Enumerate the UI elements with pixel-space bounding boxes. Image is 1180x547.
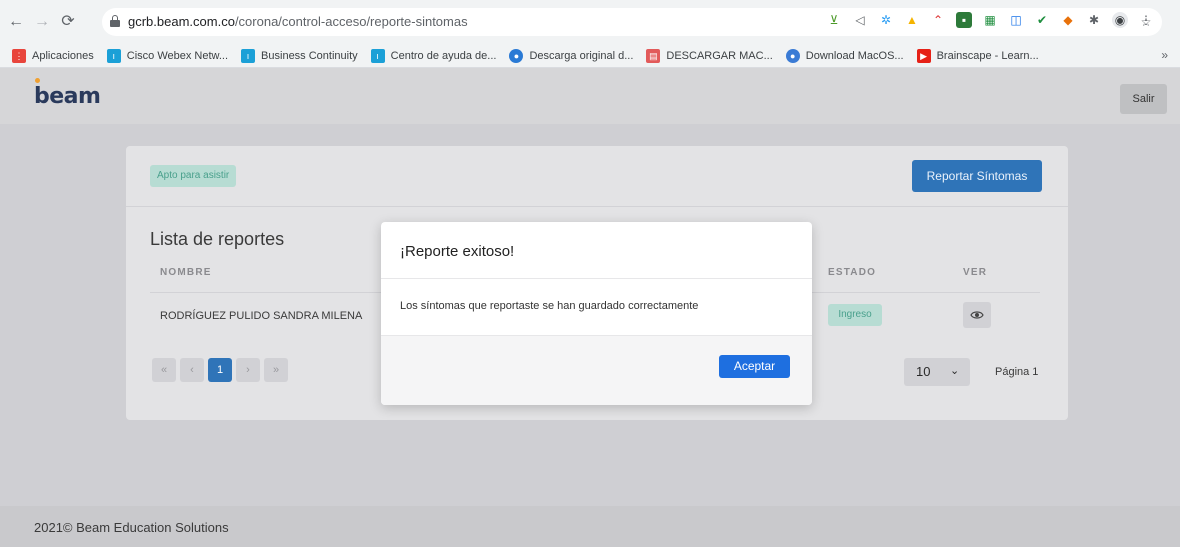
column-header-ver: VER (963, 267, 988, 278)
chevron-down-icon: ⌄ (950, 365, 960, 377)
modal-footer: Aceptar (381, 335, 812, 405)
page-indicator: Página 1 (995, 366, 1039, 378)
cisco-icon: ı (106, 49, 121, 63)
success-modal: ¡Reporte exitoso! Los síntomas que repor… (381, 222, 812, 405)
modal-divider (381, 278, 812, 279)
page-size-select[interactable]: 10 ⌄ (904, 358, 970, 386)
logout-button[interactable]: Salir (1120, 84, 1167, 114)
reload-icon[interactable]: ⟳ (58, 12, 78, 32)
modal-message: Los síntomas que reportaste se han guard… (400, 300, 699, 312)
browser-chrome: ← → ⟳ gcrb.beam.com.co/corona/control-ac… (0, 0, 1180, 68)
report-symptoms-button[interactable]: Reportar Síntomas (912, 160, 1042, 192)
cisco-icon: ı (241, 49, 256, 63)
modal-title: ¡Reporte exitoso! (400, 243, 515, 260)
column-header-estado: ESTADO (828, 267, 877, 278)
status-badge: Apto para asistir (150, 165, 237, 187)
bookmark-item[interactable]: ● Descarga original d... (509, 49, 633, 63)
table-cell-nombre: RODRÍGUEZ PULIDO SANDRA MILENA (160, 310, 363, 322)
eye-icon (970, 311, 984, 319)
pagination-next-button[interactable]: › (236, 358, 260, 382)
profile-icon[interactable]: ◉ (1112, 12, 1128, 28)
extension-icon[interactable]: ⊻ (826, 12, 842, 28)
extension-icon[interactable]: ✲ (878, 12, 894, 28)
beam-logo: beam (34, 78, 101, 109)
mute-icon[interactable]: ◁ (852, 12, 868, 28)
extension-icon[interactable]: ⌃ (930, 12, 946, 28)
back-arrow-icon[interactable]: ← (6, 12, 26, 32)
extension-icon[interactable]: ◆ (1060, 12, 1076, 28)
bookmarks-bar: ⋮ Aplicaciones ı Cisco Webex Netw... ı Busi… (0, 44, 1180, 68)
view-report-button[interactable] (963, 302, 991, 328)
apple-icon: ● (785, 49, 800, 63)
menu-kebab-icon[interactable]: ⋮ (1138, 12, 1154, 28)
column-header-nombre: NOMBRE (160, 267, 212, 278)
page-footer: 2021© Beam Education Solutions (0, 506, 1180, 547)
cisco-icon: ı (370, 49, 385, 63)
app-header: beam Salir (0, 68, 1180, 124)
card-divider (126, 206, 1068, 207)
pagination-prev-button[interactable]: ‹ (180, 358, 204, 382)
pagination-last-button[interactable]: » (264, 358, 288, 382)
bookmark-item[interactable]: ı Centro de ayuda de... (370, 49, 496, 63)
bookmark-item[interactable]: ı Business Continuity (241, 49, 358, 63)
footer-text: 2021© Beam Education Solutions (34, 520, 229, 535)
url-text: gcrb.beam.com.co/corona/control-acceso/r… (128, 14, 468, 29)
pagination-first-button[interactable]: « (152, 358, 176, 382)
extension-icon[interactable]: ◫ (1008, 12, 1024, 28)
youtube-icon: ▶ (916, 49, 931, 63)
checkmark-icon[interactable]: ✔ (1034, 12, 1050, 28)
page-size-value: 10 (916, 364, 931, 379)
calendar-icon: ▤ (646, 49, 661, 63)
puzzle-icon[interactable]: ✱ (1086, 12, 1102, 28)
browser-toolbar: ← → ⟳ gcrb.beam.com.co/corona/control-ac… (0, 0, 1180, 44)
lock-icon (110, 15, 120, 27)
bookmark-item[interactable]: ● Download MacOS... (785, 49, 904, 63)
bookmark-item[interactable]: ▶ Brainscape - Learn... (916, 49, 1039, 63)
sheets-icon[interactable]: ▦ (982, 12, 998, 28)
extension-icon[interactable]: ▲ (904, 12, 920, 28)
pagination-page-button[interactable]: 1 (208, 358, 232, 382)
bookmarks-overflow-icon[interactable]: » (1161, 48, 1168, 62)
bookmark-item[interactable]: ı Cisco Webex Netw... (106, 49, 228, 63)
estado-badge: Ingreso (828, 304, 882, 326)
globe-icon: ● (509, 49, 524, 63)
bookmark-item[interactable]: ▤ DESCARGAR MAC... (646, 49, 773, 63)
accept-button[interactable]: Aceptar (719, 355, 790, 378)
apps-grid-icon: ⋮ (12, 49, 26, 63)
bookmark-item[interactable]: ⋮ Aplicaciones (12, 49, 94, 63)
extension-icon[interactable]: ▪ (956, 12, 972, 28)
list-title: Lista de reportes (150, 229, 285, 249)
forward-arrow-icon[interactable]: → (32, 12, 52, 32)
